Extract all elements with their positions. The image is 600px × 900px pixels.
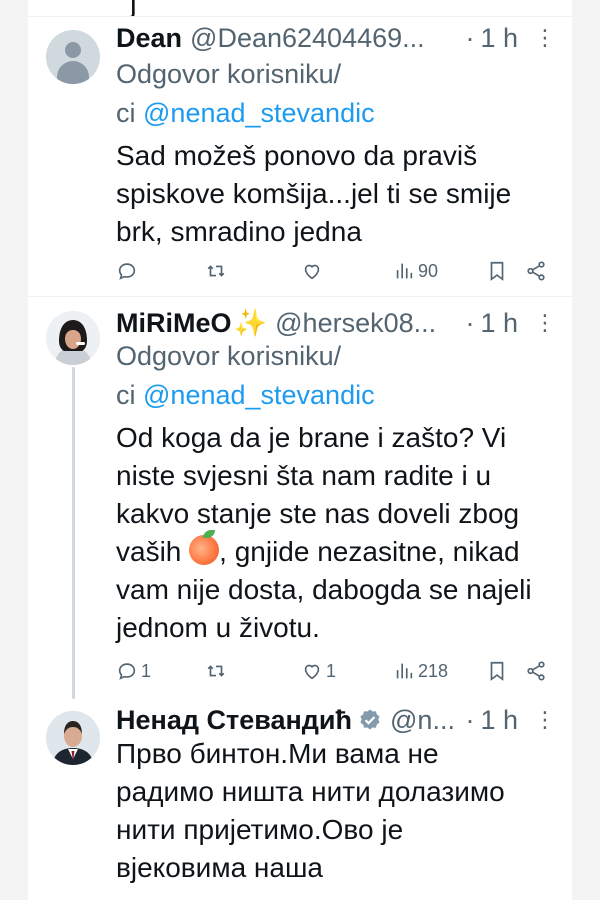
heart-icon	[304, 664, 320, 680]
retweet-button[interactable]	[205, 256, 230, 286]
user-handle[interactable]: @n...	[390, 705, 459, 736]
sparkles-emoji: ✨	[233, 308, 268, 338]
reply-icon	[118, 663, 136, 680]
more-options-icon[interactable]: ⋮	[534, 25, 556, 51]
tweet-header: MiRiMeO ✨ @hersek08... · 1 h ⋮	[116, 306, 556, 340]
views-button[interactable]: 90	[393, 256, 438, 286]
views-count: 90	[418, 260, 439, 281]
bookmark-button[interactable]	[486, 256, 508, 286]
retweet-icon	[207, 665, 225, 677]
tweet-actions: 1 1 218	[116, 656, 554, 686]
retweet-button[interactable]	[205, 656, 230, 686]
reply-icon	[118, 263, 136, 280]
tweet-text: Sad možeš ponovo da praviš spiskove komš…	[116, 140, 512, 247]
mention-link[interactable]: @nenad_stevandic	[143, 98, 375, 128]
previous-tweet-text: j	[130, 0, 137, 16]
views-button[interactable]: 218	[393, 656, 448, 686]
replying-to: Odgovor korisniku/ ci @nenad_stevandic	[116, 337, 554, 415]
timeline: j Dean @Dean62404469... · 1 h ⋮ Odgovor …	[28, 0, 572, 900]
timestamp[interactable]: 1 h	[480, 308, 518, 339]
avatar[interactable]	[46, 711, 100, 765]
thread-line	[72, 367, 75, 699]
bookmark-icon	[490, 661, 504, 681]
reply-count: 1	[141, 660, 152, 681]
replying-label: Odgovor korisniku/	[116, 59, 342, 89]
share-button[interactable]	[525, 656, 547, 686]
user-handle[interactable]: @Dean62404469...	[190, 23, 459, 54]
right-margin	[572, 0, 600, 900]
replying-label-cont: ci	[116, 380, 136, 410]
share-button[interactable]	[525, 256, 547, 286]
tweet-mirimeo[interactable]: MiRiMeO ✨ @hersek08... · 1 h ⋮ Odgovor k…	[28, 297, 572, 699]
replying-label: Odgovor korisniku/	[116, 341, 342, 371]
display-name[interactable]: Ненад Стевандић	[116, 705, 352, 736]
like-button[interactable]: 1	[301, 656, 336, 686]
timestamp[interactable]: 1 h	[480, 23, 518, 54]
tweet-header: Ненад Стевандић @n... · 1 h ⋮	[116, 703, 556, 737]
replying-to: Odgovor korisniku/ ci @nenad_stevandic	[116, 55, 554, 133]
tweet-header: Dean @Dean62404469... · 1 h ⋮	[116, 21, 556, 55]
tweet-text: Od koga da je brane i zašto? Vi niste sv…	[116, 419, 548, 647]
like-button[interactable]	[301, 256, 326, 286]
more-options-icon[interactable]: ⋮	[534, 707, 556, 733]
views-count: 218	[418, 660, 449, 681]
user-handle[interactable]: @hersek08...	[275, 308, 459, 339]
tweet-text: Прво бинтон.Ми вама не радимо ништа нити…	[116, 738, 505, 883]
verified-badge-icon	[360, 709, 380, 730]
reply-button[interactable]: 1	[116, 656, 151, 686]
avatar[interactable]	[46, 30, 100, 84]
display-name[interactable]: MiRiMeO	[116, 308, 232, 339]
tweet-dean[interactable]: Dean @Dean62404469... · 1 h ⋮ Odgovor ko…	[28, 17, 572, 295]
replying-label-cont: ci	[116, 98, 136, 128]
reply-button[interactable]	[116, 256, 141, 286]
share-icon	[527, 261, 545, 281]
tweet-stevandic[interactable]: Ненад Стевандић @n... · 1 h ⋮ Прво бинто…	[28, 699, 572, 900]
retweet-icon	[207, 265, 225, 277]
avatar[interactable]	[46, 311, 100, 365]
previous-tweet-fragment: j	[28, 0, 572, 16]
left-margin	[0, 0, 28, 900]
views-icon	[396, 263, 413, 279]
views-icon	[396, 663, 413, 679]
separator-dot: ·	[465, 307, 475, 338]
peach-emoji	[189, 530, 220, 565]
more-options-icon[interactable]: ⋮	[534, 310, 556, 336]
share-icon	[527, 661, 545, 681]
separator-dot: ·	[465, 22, 475, 53]
display-name[interactable]: Dean	[116, 23, 182, 54]
heart-icon	[304, 264, 320, 280]
separator-dot: ·	[465, 704, 475, 735]
mention-link[interactable]: @nenad_stevandic	[143, 380, 375, 410]
timestamp[interactable]: 1 h	[480, 705, 518, 736]
bookmark-button[interactable]	[486, 656, 508, 686]
tweet-actions: 90	[116, 256, 554, 286]
bookmark-icon	[490, 261, 504, 281]
like-count: 1	[326, 660, 337, 681]
